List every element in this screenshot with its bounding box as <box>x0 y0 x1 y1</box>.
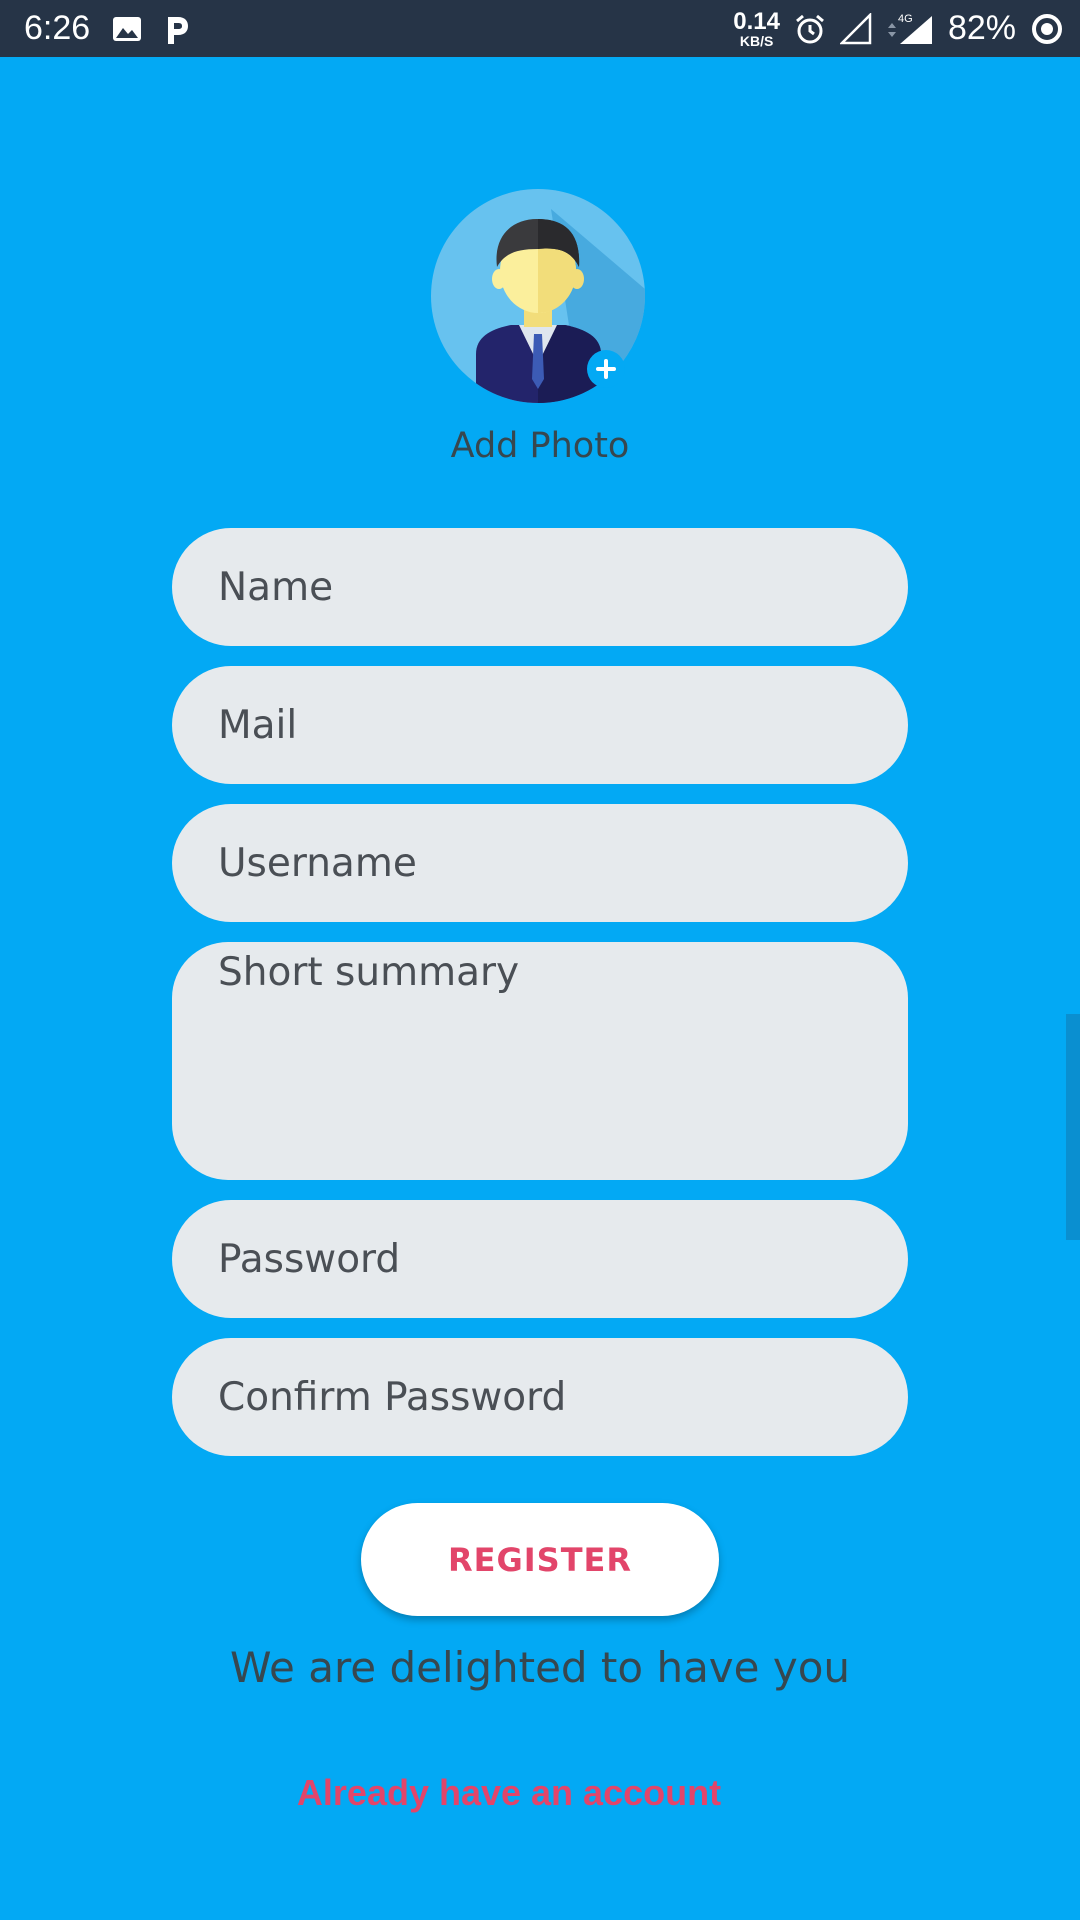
avatar-add-photo[interactable] <box>431 189 645 403</box>
username-placeholder: Username <box>218 840 417 886</box>
battery-ring-icon <box>1030 12 1064 46</box>
net-speed-unit: KB/S <box>739 32 774 49</box>
summary-placeholder: Short summary <box>218 950 520 995</box>
add-photo-label[interactable]: Add Photo <box>0 426 1080 466</box>
register-button[interactable]: REGISTER <box>361 1503 719 1616</box>
status-bar: 6:26 0.14 KB/S 4G 82% <box>0 0 1080 57</box>
scrollbar-thumb[interactable] <box>1066 1014 1080 1240</box>
signal-icon <box>839 12 872 45</box>
username-input[interactable]: Username <box>172 804 908 922</box>
image-icon <box>112 16 142 42</box>
password-placeholder: Password <box>218 1236 401 1282</box>
summary-textarea[interactable]: Short summary <box>172 942 908 1180</box>
network-type: 4G <box>898 13 913 25</box>
net-speed-value: 0.14 <box>733 7 780 35</box>
confirm-password-input[interactable]: Confirm Password <box>172 1338 908 1456</box>
login-link[interactable]: Already have an account <box>0 1772 1018 1814</box>
net-speed: 0.14 KB/S <box>733 7 780 49</box>
battery-percent: 82% <box>947 9 1016 47</box>
tagline: We are delighted to have you <box>229 1643 851 1692</box>
confirm-password-placeholder: Confirm Password <box>218 1374 567 1420</box>
name-placeholder: Name <box>218 564 334 610</box>
status-time: 6:26 <box>24 9 91 47</box>
signal-4g-icon: 4G <box>886 12 934 46</box>
alarm-icon <box>794 13 826 45</box>
mail-placeholder: Mail <box>218 702 298 748</box>
mail-input[interactable]: Mail <box>172 666 908 784</box>
add-photo-plus-icon <box>587 350 625 388</box>
password-input[interactable]: Password <box>172 1200 908 1318</box>
p-app-icon <box>164 14 190 44</box>
name-input[interactable]: Name <box>172 528 908 646</box>
register-button-label: REGISTER <box>447 1540 633 1579</box>
